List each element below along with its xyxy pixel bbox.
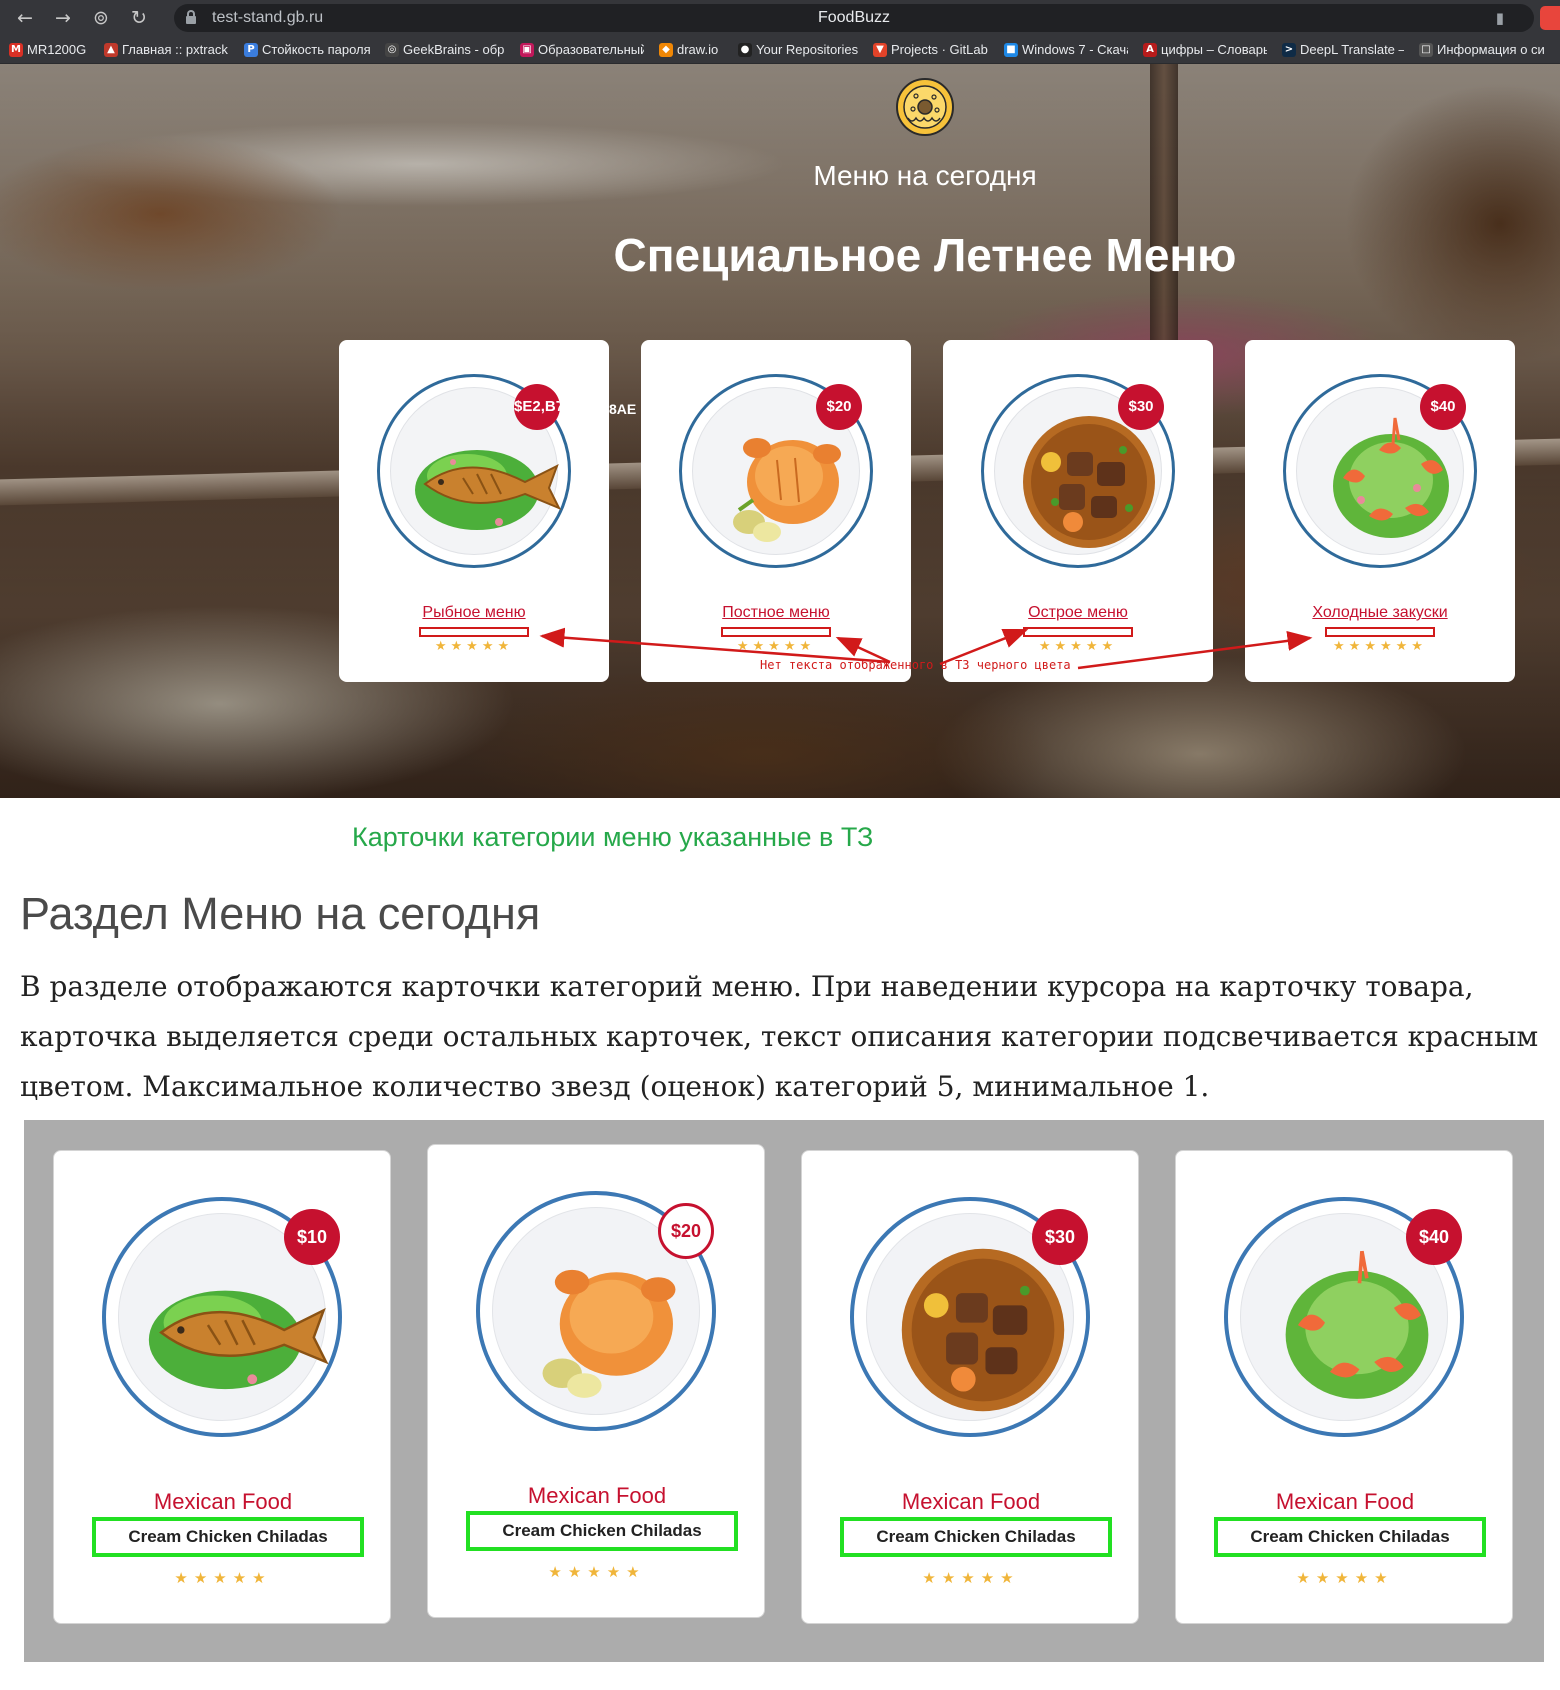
rating-stars: ★★★★★ <box>736 639 816 654</box>
bookmarks-bar: M MR1200G ▲ Главная :: pxtrack P Стойкость … <box>0 36 1560 64</box>
bookmark-favicon-icon: > <box>1282 42 1296 57</box>
annotation-highlight-box <box>1325 627 1435 637</box>
bookmark-favicon-icon: ▣ <box>520 42 534 57</box>
address-bar[interactable]: test-stand.gb.ru FoodBuzz ▮ <box>174 4 1534 32</box>
rating-stars: ★★★★★ <box>434 639 514 654</box>
spec-heading: Раздел Меню на сегодня <box>20 888 541 939</box>
rating-stars: ★★★★★★ <box>1333 639 1427 654</box>
spec-paragraph: В разделе отображаются карточки категори… <box>20 970 1539 1103</box>
hero-subtitle: Меню на сегодня <box>813 160 1037 191</box>
card-subtitle: Cream Chicken Chiladas <box>92 1517 364 1557</box>
bookmark-item[interactable]: ◆ draw.io <box>659 42 723 57</box>
bookmark-item[interactable]: Aцифры – Словарь <box>1143 42 1267 57</box>
bookmark-item[interactable]: M MR1200G <box>9 42 89 57</box>
page-tab-title: FoodBuzz <box>817 9 891 26</box>
bookmark-item[interactable]: ● Your Repositories <box>738 42 858 57</box>
url-text: test-stand.gb.ru <box>212 9 324 26</box>
bookmark-item[interactable]: □ Информация о си <box>1419 42 1549 57</box>
rating-stars: ★★★★★ <box>548 1563 646 1581</box>
reference-card: $30 Mexican Food Cream Chicken Chiladas … <box>801 1150 1139 1624</box>
card-title: Mexican Food <box>901 1489 1041 1514</box>
menu-category-card[interactable]: $30 Острое меню ★★★★★ <box>943 340 1213 682</box>
donut-logo-icon[interactable] <box>894 76 956 138</box>
bookmark-item[interactable]: ▣ Образовательный <box>520 42 644 57</box>
spec-caption: Карточки категории меню указанные в ТЗ <box>352 822 874 852</box>
annotation-highlight-box <box>1023 627 1133 637</box>
bookmark-favicon-icon: ▼ <box>873 42 887 57</box>
browser-toolbar: ← → ⊚ ↻ test-stand.gb.ru FoodBuzz ▮ <box>0 0 1560 36</box>
bookmark-item[interactable]: > DeepL Translate – <box>1282 42 1404 57</box>
bookmark-favicon-icon: ◎ <box>385 42 399 57</box>
card-subtitle: Cream Chicken Chiladas <box>840 1517 1112 1557</box>
spec-reference-image: $10 Mexican Food Cream Chicken Chiladas … <box>24 1120 1544 1662</box>
annotation-highlight-box <box>721 627 831 637</box>
bookmark-item[interactable]: P Стойкость пароля <box>244 42 370 57</box>
reload-icon[interactable]: ↻ <box>126 5 152 31</box>
reference-card: $10 Mexican Food Cream Chicken Chiladas … <box>53 1150 391 1624</box>
forward-arrow-icon[interactable]: → <box>50 5 76 31</box>
price-badge: $20 <box>658 1203 714 1259</box>
card-subtitle: Cream Chicken Chiladas <box>1214 1517 1486 1557</box>
bookmark-favicon-icon: ● <box>738 42 752 57</box>
card-title: Mexican Food <box>1275 1489 1415 1514</box>
annotation-note: Нет текста отображенного в ТЗ черного цв… <box>760 658 1071 672</box>
card-title: Mexican Food <box>153 1489 293 1514</box>
bookmark-favicon-icon: M <box>9 42 23 57</box>
price-badge: $E2,B7 <box>514 384 560 430</box>
price-badge: $30 <box>1032 1209 1088 1265</box>
bookmark-favicon-icon: P <box>244 42 258 57</box>
price-badge: $40 <box>1406 1209 1462 1265</box>
card-title-link[interactable]: Рыбное меню <box>339 604 609 622</box>
card-title-link[interactable]: Постное меню <box>641 604 911 622</box>
hero-section: Меню на сегодня Специальное Летнее Меню … <box>0 64 1560 798</box>
bookmark-favicon-icon: □ <box>1419 42 1433 57</box>
annotation-highlight-box <box>419 627 529 637</box>
menu-category-card[interactable]: $40 Холодные закуски ★★★★★★ <box>1245 340 1515 682</box>
extension-icon[interactable] <box>1540 6 1560 30</box>
bookmark-favicon-icon: ▲ <box>104 42 118 57</box>
price-badge: $40 <box>1420 384 1466 430</box>
bookmark-favicon-icon: ■ <box>1004 42 1018 57</box>
price-badge: $30 <box>1118 384 1164 430</box>
rating-stars: ★★★★★ <box>922 1569 1020 1587</box>
back-arrow-icon[interactable]: ← <box>12 5 38 31</box>
hero-title: Специальное Летнее Меню <box>613 229 1237 281</box>
card-title: Mexican Food <box>527 1483 667 1508</box>
bookmark-item[interactable]: ▲ Главная :: pxtrack <box>104 42 229 57</box>
card-title-link[interactable]: Острое меню <box>943 604 1213 622</box>
card-title-link[interactable]: Холодные закуски <box>1245 604 1515 622</box>
bookmark-item[interactable]: ▼ Projects · GitLab <box>873 42 989 57</box>
rating-stars: ★★★★★ <box>1038 639 1118 654</box>
card-subtitle: Cream Chicken Chiladas <box>466 1511 738 1551</box>
price-badge: $10 <box>284 1209 340 1265</box>
rating-stars: ★★★★★ <box>1296 1569 1394 1587</box>
bookmark-favicon-icon: A <box>1143 42 1157 57</box>
bookmark-favicon-icon: ◆ <box>659 42 673 57</box>
overflowing-price-text: 8AE <box>609 401 637 417</box>
price-badge: $20 <box>816 384 862 430</box>
lock-icon <box>186 10 196 24</box>
bookmark-item[interactable]: ◎ GeekBrains - обра <box>385 42 505 57</box>
rating-stars: ★★★★★ <box>174 1569 272 1587</box>
menu-category-card[interactable]: $E2,B7 Рыбное меню ★★★★★ <box>339 340 609 682</box>
menu-category-card[interactable]: $20 Постное меню ★★★★★ <box>641 340 911 682</box>
bookmark-ribbon-icon[interactable]: ▮ <box>1496 9 1504 27</box>
reference-card: $40 Mexican Food Cream Chicken Chiladas … <box>1175 1150 1513 1624</box>
bookmark-item[interactable]: ■ Windows 7 - Скача <box>1004 42 1128 57</box>
reference-card: $20 Mexican Food Cream Chicken Chiladas … <box>427 1144 765 1618</box>
yandex-protect-icon[interactable]: ⊚ <box>88 5 114 31</box>
